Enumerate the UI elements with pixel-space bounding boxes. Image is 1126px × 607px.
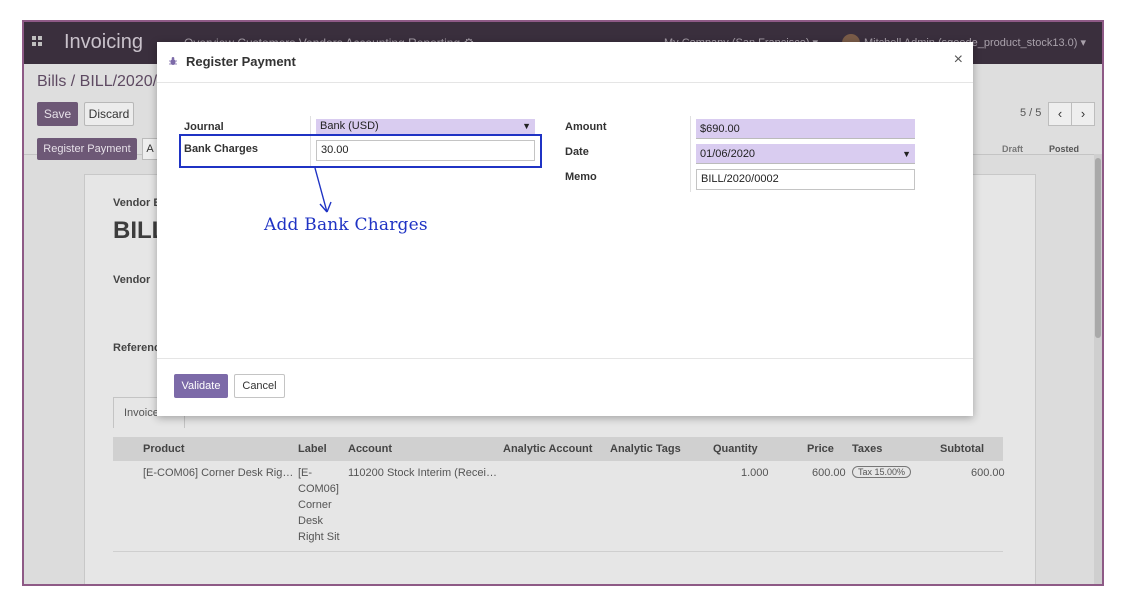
pager-prev-button[interactable]: ‹: [1048, 102, 1072, 126]
apps-menu-icon[interactable]: [32, 36, 44, 48]
row-quantity: 1.000: [741, 467, 769, 479]
lines-table-header: Product Label Account Analytic Account A…: [113, 437, 1003, 461]
validate-button[interactable]: Validate: [174, 374, 228, 398]
status-draft[interactable]: Draft: [1002, 139, 1023, 159]
register-payment-button[interactable]: Register Payment: [37, 138, 137, 160]
status-posted[interactable]: Posted: [1049, 139, 1079, 159]
col-account[interactable]: Account: [348, 443, 392, 455]
cancel-button[interactable]: Cancel: [234, 374, 285, 398]
row-label-line: Right Sit: [298, 531, 340, 543]
annotation-arrow-icon: [314, 167, 332, 213]
row-subtotal: 600.00: [971, 467, 1005, 479]
pager-next-button[interactable]: ›: [1071, 102, 1095, 126]
row-account: 110200 Stock Interim (Recei…: [348, 467, 497, 479]
annotation-text: Add Bank Charges: [264, 215, 428, 235]
action-button[interactable]: A: [142, 138, 158, 160]
discard-button[interactable]: Discard: [84, 102, 134, 126]
col-label[interactable]: Label: [298, 443, 327, 455]
dialog-footer: Validate Cancel: [157, 358, 973, 417]
scrollbar-thumb[interactable]: [1095, 158, 1101, 338]
reference-label: Referenc: [113, 342, 161, 354]
col-analytic-account[interactable]: Analytic Account: [503, 443, 592, 455]
row-label-line: Corner: [298, 499, 332, 511]
col-product[interactable]: Product: [143, 443, 185, 455]
vendor-label: Vendor: [113, 274, 151, 286]
row-label-line: Desk: [298, 515, 324, 527]
col-subtotal[interactable]: Subtotal: [940, 443, 984, 455]
col-taxes[interactable]: Taxes: [852, 443, 882, 455]
page-scrollbar[interactable]: [1094, 154, 1102, 584]
save-button[interactable]: Save: [37, 102, 78, 126]
pager-value: 5 / 5: [1020, 107, 1042, 119]
breadcrumb[interactable]: Bills / BILL/2020/0: [37, 73, 166, 91]
register-payment-dialog: Register Payment × Journal Bank (USD) ▼ …: [157, 42, 973, 416]
row-product: [E-COM06] Corner Desk Rig…: [143, 467, 294, 479]
col-price[interactable]: Price: [807, 443, 834, 455]
row-label-line: COM06]: [298, 483, 339, 495]
vendor-bill-label: Vendor B: [113, 197, 162, 209]
app-title[interactable]: Invoicing: [64, 31, 143, 54]
col-quantity[interactable]: Quantity: [713, 443, 758, 455]
table-row[interactable]: [E-COM06] Corner Desk Rig… [E- COM06] Co…: [113, 461, 1005, 552]
col-analytic-tags[interactable]: Analytic Tags: [610, 443, 681, 455]
row-tax-badge: Tax 15.00%: [852, 466, 912, 478]
row-price: 600.00: [812, 467, 846, 479]
row-label-line: [E-: [298, 467, 313, 479]
